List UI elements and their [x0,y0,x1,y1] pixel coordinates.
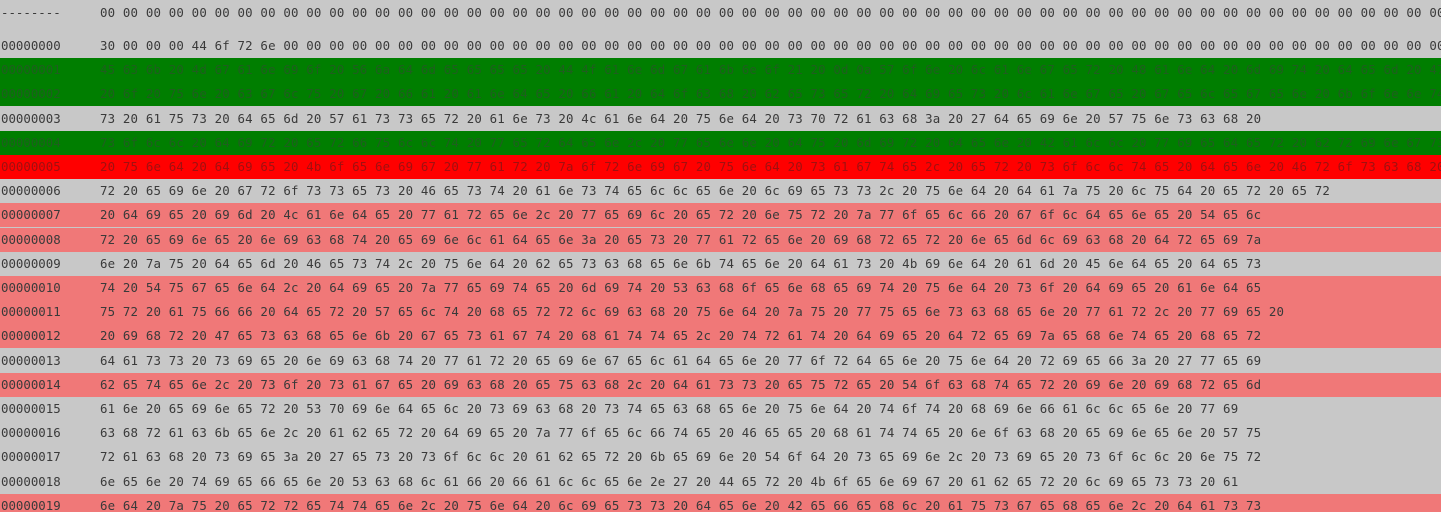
row-bytes[interactable]: 64 61 73 73 20 73 69 65 20 6e 69 63 68 7… [100,349,1261,373]
row-bytes[interactable]: 30 00 00 00 44 6f 72 6e 00 00 00 00 00 0… [100,34,1441,58]
row-offset: 00000001 [1,62,61,78]
hex-row[interactable]: 00000012 20 69 68 72 20 47 65 73 63 68 65… [0,324,1441,349]
hex-row[interactable]: 00000018 6e 65 6e 20 74 69 65 66 65 6e 20… [0,469,1441,494]
row-bytes[interactable]: 62 65 74 65 6e 2c 20 73 6f 20 73 61 67 6… [100,373,1261,397]
hex-row[interactable]: 00000013 64 61 73 73 20 73 69 65 20 6e 69… [0,348,1441,373]
row-offset: 00000002 [1,86,61,102]
hex-row[interactable]: 00000000 30 00 00 00 44 6f 72 6e 00 00 00… [0,34,1441,58]
row-bytes[interactable]: 72 20 65 69 6e 20 67 72 6f 73 73 65 73 2… [100,179,1330,203]
row-offset: 00000005 [1,159,61,174]
row-bytes[interactable]: 45 63 6b 20 4d 67 61 6e 69 6f 20 56 6a 6… [100,58,1441,82]
row-bytes[interactable]: 73 6f 6c 6c 20 64 69 72 20 65 72 66 75 6… [100,131,1441,155]
hex-header-row: -------- 00 00 00 00 00 00 00 00 00 00 0… [0,1,1441,25]
row-bytes[interactable]: 61 6e 20 65 69 6e 65 72 20 53 70 69 6e 6… [100,397,1238,421]
header-offset: -------- [1,5,61,20]
row-offset: 00000012 [1,328,61,344]
hex-row[interactable]: 00000003 73 20 61 75 73 20 64 65 6d 20 57… [0,106,1441,131]
row-offset: 00000015 [1,401,61,416]
hex-row[interactable]: 00000011 75 72 20 61 75 66 66 20 64 65 72… [0,300,1441,325]
hex-row[interactable]: 00000014 62 65 74 65 6e 2c 20 73 6f 20 73… [0,372,1441,397]
row-offset: 00000007 [1,207,61,223]
header-bytes: 00 00 00 00 00 00 00 00 00 00 00 00 00 0… [100,5,1441,20]
row-bytes[interactable]: 20 6f 20 75 6e 20 63 67 6c 75 20 67 20 6… [100,82,1441,106]
row-offset: 00000011 [1,304,61,320]
hex-row[interactable]: 00000004 73 6f 6c 6c 20 64 69 72 20 65 72… [0,130,1441,155]
hex-row[interactable]: 00000007 20 64 69 65 20 69 6d 20 4c 61 6e… [0,203,1441,228]
row-offset: 00000013 [1,352,61,368]
hex-row[interactable]: 00000005 20 75 6e 64 20 64 69 65 20 4b 6f… [0,155,1441,179]
hex-row[interactable]: 00000015 61 6e 20 65 69 6e 65 72 20 53 70… [0,397,1441,421]
hex-row[interactable]: 00000010 74 20 54 75 67 65 6e 64 2c 20 64… [0,276,1441,300]
hex-row[interactable]: 00000008 72 20 65 69 6e 65 20 6e 69 63 68… [0,227,1441,252]
row-bytes[interactable]: 72 61 63 68 20 73 69 65 3a 20 27 65 73 2… [100,445,1261,469]
hex-row[interactable]: 00000016 63 68 72 61 63 6b 65 6e 2c 20 61… [0,421,1441,446]
row-bytes[interactable]: 74 20 54 75 67 65 6e 64 2c 20 64 69 65 2… [100,276,1261,300]
row-bytes[interactable]: 63 68 72 61 63 6b 65 6e 2c 20 61 62 65 7… [100,421,1261,445]
hex-row[interactable]: 00000002 20 6f 20 75 6e 20 63 67 6c 75 20… [0,82,1441,107]
row-bytes[interactable]: 72 20 65 69 6e 65 20 6e 69 63 68 74 20 6… [100,228,1261,252]
row-offset: 00000008 [1,231,61,247]
hex-row[interactable]: 00000006 72 20 65 69 6e 20 67 72 6f 73 73… [0,179,1441,204]
row-offset: 00000009 [1,255,61,271]
row-bytes[interactable]: 73 20 61 75 73 20 64 65 6d 20 57 61 73 7… [100,107,1261,131]
row-offset: 00000016 [1,425,61,441]
row-offset: 00000010 [1,280,61,295]
row-bytes[interactable]: 6e 64 20 7a 75 20 65 72 72 65 74 74 65 6… [100,494,1261,512]
row-bytes[interactable]: 6e 65 6e 20 74 69 65 66 65 6e 20 53 63 6… [100,470,1238,494]
hex-row[interactable]: 00000017 72 61 63 68 20 73 69 65 3a 20 27… [0,445,1441,470]
row-bytes[interactable]: 20 69 68 72 20 47 65 73 63 68 65 6e 6b 2… [100,324,1261,348]
hex-row[interactable]: 00000001 45 63 6b 20 4d 67 61 6e 69 6f 20… [0,58,1441,83]
row-bytes[interactable]: 20 75 6e 64 20 64 69 65 20 4b 6f 65 6e 6… [100,155,1441,179]
row-bytes[interactable]: 20 64 69 65 20 69 6d 20 4c 61 6e 64 65 2… [100,203,1261,227]
row-offset: 00000017 [1,449,61,465]
row-offset: 00000014 [1,376,61,392]
hex-row[interactable]: 00000019 6e 64 20 7a 75 20 65 72 72 65 74… [0,493,1441,512]
row-bytes[interactable]: 75 72 20 61 75 66 66 20 64 65 72 20 57 6… [100,300,1284,324]
row-offset: 00000003 [1,110,61,126]
hex-viewer[interactable]: -------- 00 00 00 00 00 00 00 00 00 00 0… [0,0,1441,512]
row-offset: 00000019 [1,497,61,512]
row-offset: 00000006 [1,183,61,199]
row-bytes[interactable]: 6e 20 7a 75 20 64 65 6d 20 46 65 73 74 2… [100,252,1261,276]
row-offset: 00000018 [1,473,61,489]
row-offset: 00000004 [1,134,61,150]
row-offset: 00000000 [1,38,61,53]
hex-row[interactable]: 00000009 6e 20 7a 75 20 64 65 6d 20 46 65… [0,251,1441,276]
